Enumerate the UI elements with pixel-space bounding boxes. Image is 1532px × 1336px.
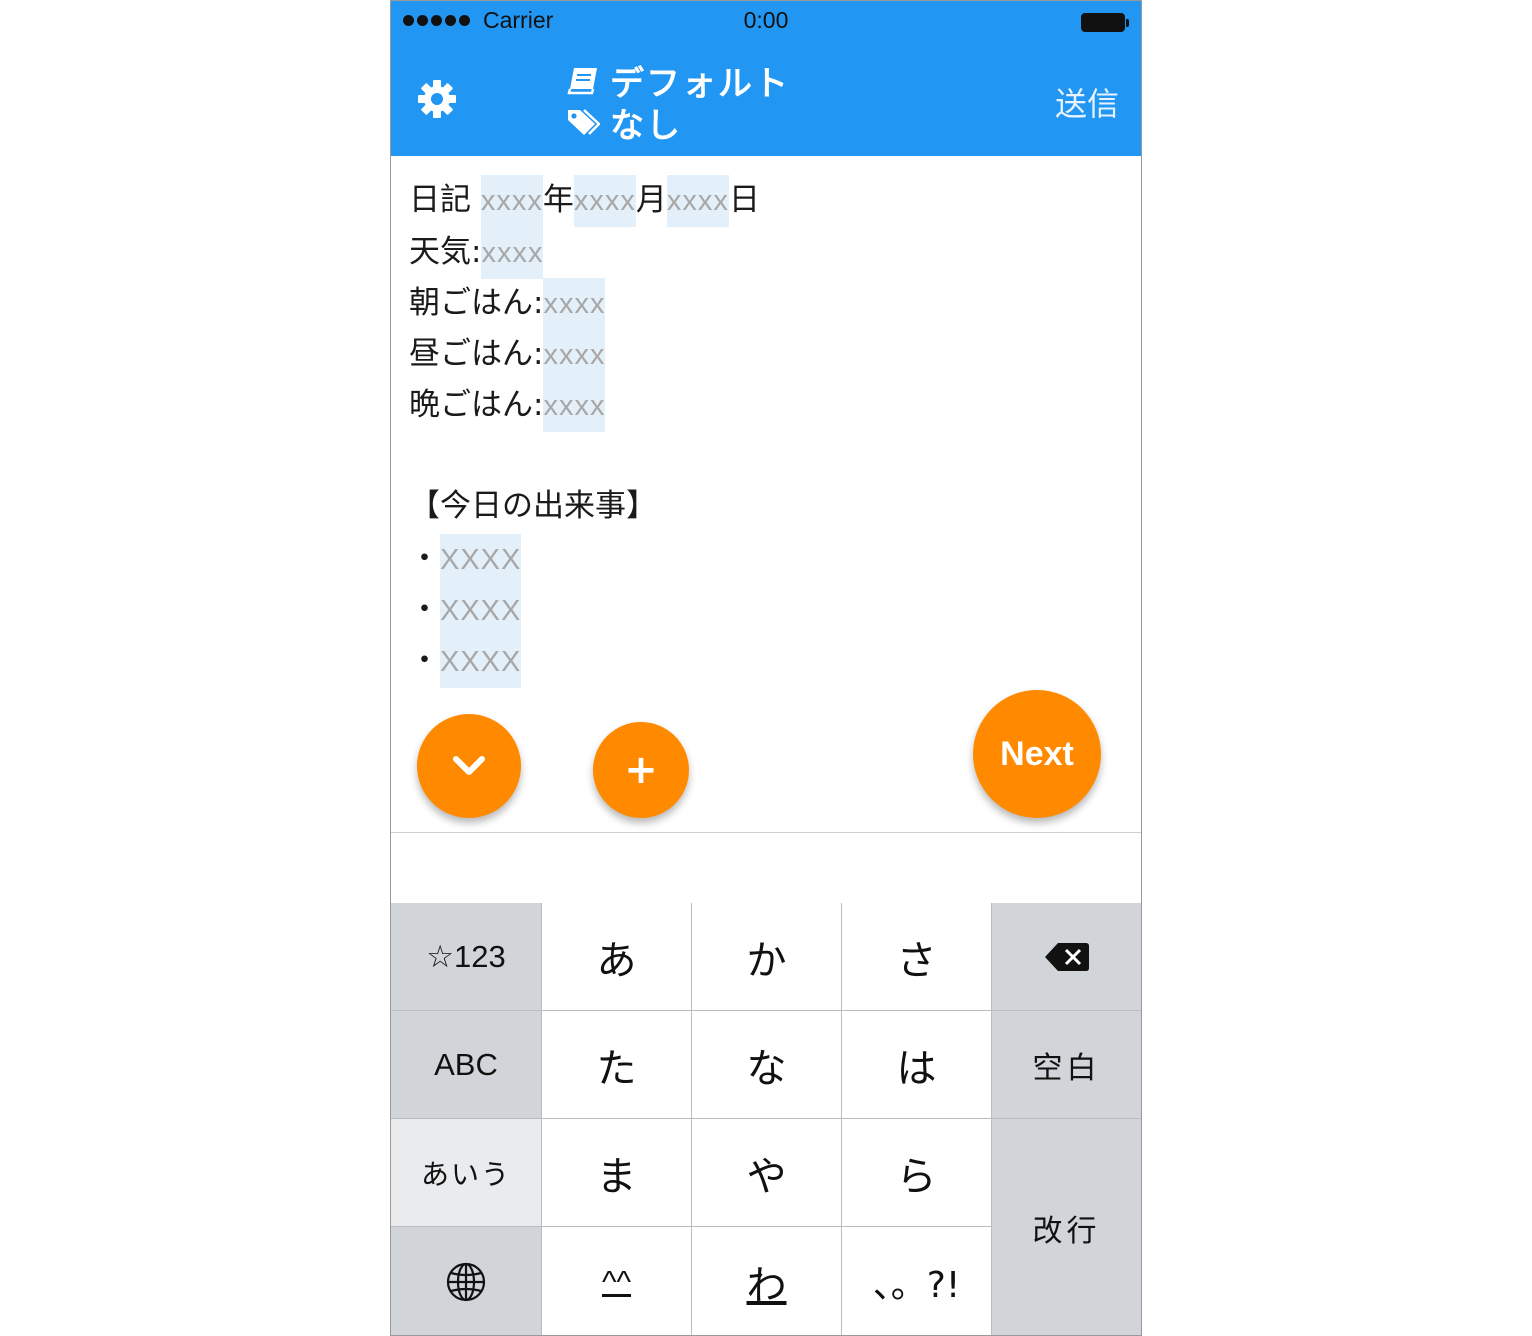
chevron-down-icon [453,756,485,775]
dinner-line: 晩ごはん:xxxx [409,379,606,432]
placeholder-field[interactable]: XXXX [440,534,522,586]
line-label: 晩ごはん: [409,387,544,423]
tag-row: なし [566,101,790,146]
line-label: 月 [635,182,667,218]
enter-key[interactable]: 改行 [992,1119,1141,1335]
top-bar: Carrier 0:00 デフォルト なし 送信 [391,1,1141,156]
status-bar: Carrier 0:00 [391,1,1141,43]
placeholder-field[interactable]: XXXX [440,585,522,637]
bullet: ・ [409,643,440,679]
tags-icon [568,109,600,135]
line-label: 年 [542,182,574,218]
placeholder-field[interactable]: xxxx [543,278,606,330]
line-label: 天気: [409,234,482,270]
bullet: ・ [409,541,440,577]
bullet-line: ・XXXX [409,584,522,637]
key-wa[interactable]: わ [692,1227,841,1335]
key-ya[interactable]: や [692,1119,841,1226]
diary-date-line: 日記 xxxx年xxxx月xxxx日 [409,174,760,227]
line-label: 朝ごはん: [409,285,544,321]
events-heading: 【今日の出来事】 [409,480,657,532]
divider [391,832,1141,833]
placeholder-field[interactable]: xxxx [573,175,636,227]
clock: 0:00 [743,7,789,33]
key-ha[interactable]: は [842,1011,991,1118]
book-icon [567,68,597,95]
breakfast-line: 朝ごはん:xxxx [409,277,606,330]
placeholder-field[interactable]: xxxx [666,175,729,227]
gear-icon[interactable] [417,79,457,119]
key-na[interactable]: な [692,1011,841,1118]
send-button[interactable]: 送信 [1055,79,1119,125]
placeholder-field[interactable]: xxxx [480,175,543,227]
globe-icon [446,1262,486,1302]
key-sa[interactable]: さ [842,903,991,1010]
placeholder-field[interactable]: xxxx [543,329,606,381]
key-abc[interactable]: ABC [391,1011,541,1118]
template-selector[interactable]: デフォルト なし [566,59,790,146]
key-ma[interactable]: ま [542,1119,691,1226]
phone-screen: Carrier 0:00 デフォルト なし 送信 日記 xxxx年xxxx月xx… [390,0,1142,1336]
placeholder-field[interactable]: xxxx [543,380,606,432]
tag-label: なし [610,105,682,146]
key-ka[interactable]: か [692,903,841,1010]
line-label: 昼ごはん: [409,336,544,372]
key-punctuation[interactable]: 、。?! [842,1227,991,1335]
add-button[interactable]: + [593,722,689,818]
lunch-line: 昼ごはん:xxxx [409,328,606,381]
key-symbols[interactable]: ☆123 [391,903,541,1010]
bullet: ・ [409,592,440,628]
weather-line: 天気:xxxx [409,226,544,279]
notebook-row: デフォルト [566,59,790,104]
placeholder-field[interactable]: XXXX [440,636,522,688]
placeholder-field[interactable]: xxxx [481,227,544,279]
japanese-keyboard: ☆123 あ か さ ABC た な は 空白 あいう ま や ら 改行 ^^ … [391,903,1141,1335]
line-label: 日記 [409,182,481,218]
key-a[interactable]: あ [542,903,691,1010]
line-label: 【今日の出来事】 [409,488,657,524]
key-kana-mode[interactable]: あいう [391,1119,541,1226]
bullet-line: ・XXXX [409,635,522,688]
collapse-keyboard-button[interactable] [417,714,521,818]
globe-key[interactable] [391,1227,541,1335]
key-kaomoji[interactable]: ^^ [542,1227,691,1335]
key-ra[interactable]: ら [842,1119,991,1226]
line-label: 日 [728,182,760,218]
backspace-icon [1044,942,1089,971]
next-button[interactable]: Next [973,690,1101,818]
backspace-key[interactable] [992,903,1141,1010]
plus-icon: + [624,747,658,793]
key-ta[interactable]: た [542,1011,691,1118]
bullet-line: ・XXXX [409,533,522,586]
battery-icon [1081,13,1129,32]
space-key[interactable]: 空白 [992,1011,1141,1118]
